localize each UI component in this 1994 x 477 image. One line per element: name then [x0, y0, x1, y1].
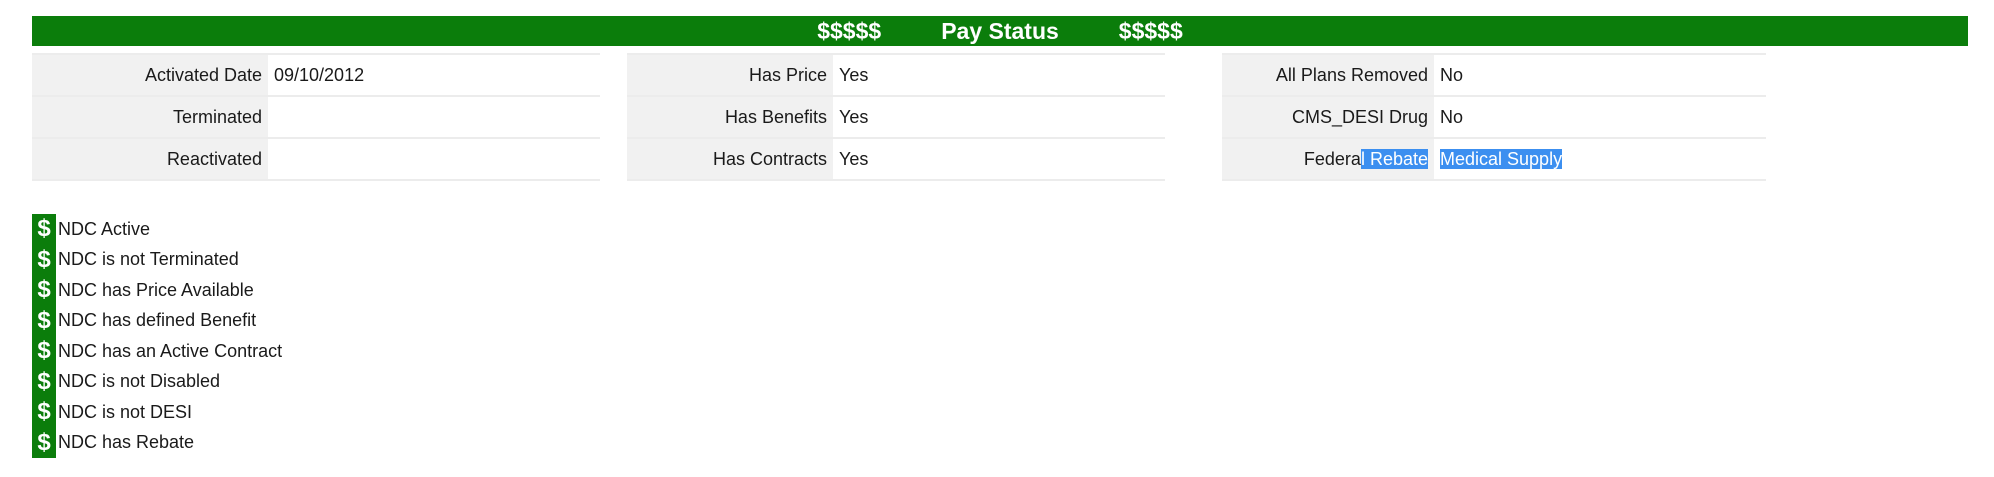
dollar-icon: $: [32, 366, 56, 397]
list-item-text: NDC has an Active Contract: [58, 340, 283, 361]
pay-status-checklist: $ NDC Active $ NDC is not Terminated $ N…: [32, 214, 282, 458]
dollar-icon: $: [32, 244, 56, 275]
has-price-label: Has Price: [627, 53, 833, 97]
list-item: $ NDC has an Active Contract: [32, 336, 282, 367]
plans-rebate-table: All Plans Removed No CMS_DESI Drug No Fe…: [1222, 53, 1766, 181]
list-item-text: NDC has Price Available: [58, 279, 254, 300]
table-row: Terminated: [32, 95, 600, 139]
federal-rebate-label: Federal Rebate: [1222, 137, 1434, 181]
list-item: $ NDC Active: [32, 214, 282, 245]
all-plans-removed-label: All Plans Removed: [1222, 53, 1434, 97]
banner-right-dollars: $$$$$: [1118, 17, 1183, 44]
table-row: Has Benefits Yes: [627, 95, 1165, 139]
list-item: $ NDC is not Disabled: [32, 366, 282, 397]
table-row: CMS_DESI Drug No: [1222, 95, 1766, 139]
table-row: All Plans Removed No: [1222, 53, 1766, 97]
table-row: Activated Date 09/10/2012: [32, 53, 600, 97]
dollar-icon: $: [32, 397, 56, 428]
federal-rebate-value-selected-text: Medical Supply: [1440, 148, 1563, 169]
list-item-text: NDC Active: [58, 218, 151, 239]
list-item-text: NDC has defined Benefit: [58, 310, 257, 331]
list-item: $ NDC is not DESI: [32, 397, 282, 428]
price-benefit-table: Has Price Yes Has Benefits Yes Has Contr…: [627, 53, 1165, 181]
pay-status-banner: $$$$$ Pay Status $$$$$: [32, 16, 1968, 46]
cms-desi-drug-value: No: [1434, 95, 1766, 139]
terminated-label: Terminated: [32, 95, 268, 139]
list-item-text: NDC is not DESI: [58, 401, 193, 422]
activated-date-value: 09/10/2012: [268, 53, 600, 97]
list-item-text: NDC is not Disabled: [58, 371, 221, 392]
list-item: $ NDC has Price Available: [32, 275, 282, 306]
list-item: $ NDC has Rebate: [32, 427, 282, 458]
dollar-icon: $: [32, 336, 56, 367]
list-item: $ NDC has defined Benefit: [32, 305, 282, 336]
dollar-icon: $: [32, 214, 56, 245]
activated-date-label: Activated Date: [32, 53, 268, 97]
list-item-text: NDC has Rebate: [58, 432, 195, 453]
list-item: $ NDC is not Terminated: [32, 244, 282, 275]
dates-status-table: Activated Date 09/10/2012 Terminated Rea…: [32, 53, 600, 181]
dollar-icon: $: [32, 275, 56, 306]
banner-left-dollars: $$$$$: [817, 17, 882, 44]
federal-rebate-label-selected-text: l Rebate: [1360, 148, 1428, 169]
reactivated-value: [268, 137, 600, 181]
terminated-value: [268, 95, 600, 139]
has-benefits-label: Has Benefits: [627, 95, 833, 139]
table-row: Has Contracts Yes: [627, 137, 1165, 181]
federal-rebate-label-start: Federa: [1303, 148, 1361, 169]
all-plans-removed-value: No: [1434, 53, 1766, 97]
dollar-icon: $: [32, 305, 56, 336]
has-contracts-label: Has Contracts: [627, 137, 833, 181]
table-row: Has Price Yes: [627, 53, 1165, 97]
table-row: Federal Rebate Medical Supply: [1222, 137, 1766, 181]
reactivated-label: Reactivated: [32, 137, 268, 181]
banner-title: Pay Status: [941, 17, 1059, 44]
has-benefits-value: Yes: [833, 95, 1165, 139]
cms-desi-drug-label: CMS_DESI Drug: [1222, 95, 1434, 139]
list-item-text: NDC is not Terminated: [58, 249, 239, 270]
table-row: Reactivated: [32, 137, 600, 181]
has-contracts-value: Yes: [833, 137, 1165, 181]
federal-rebate-value: Medical Supply: [1434, 137, 1766, 181]
has-price-value: Yes: [833, 53, 1165, 97]
dollar-icon: $: [32, 427, 56, 458]
